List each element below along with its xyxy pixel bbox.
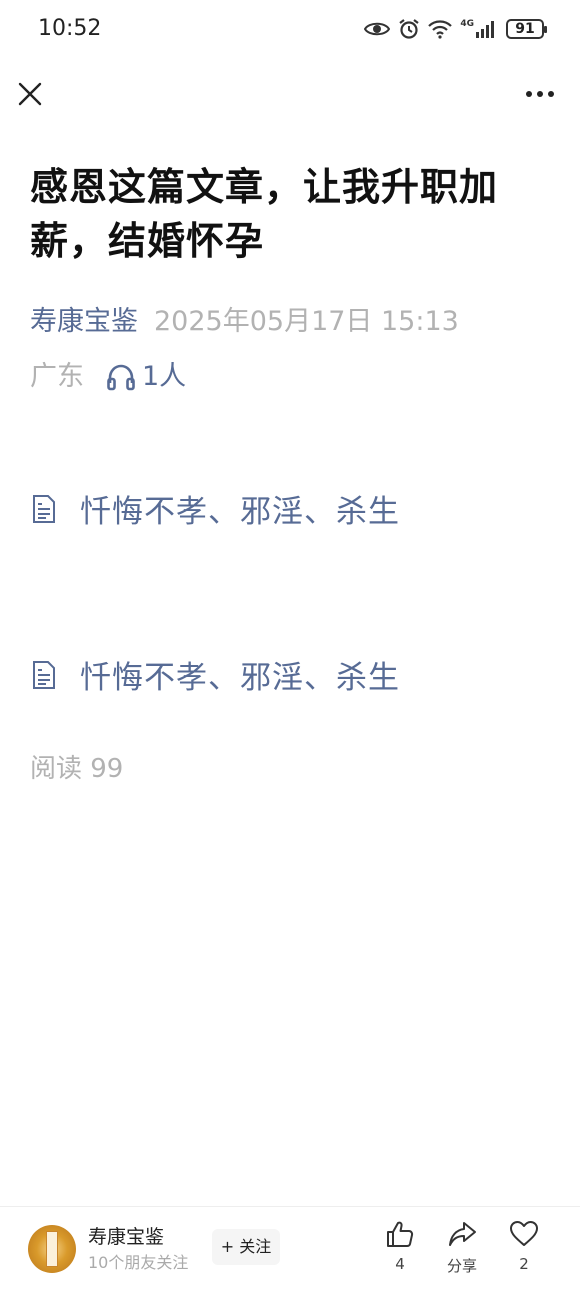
status-time: 10:52 bbox=[38, 16, 102, 41]
status-bar: 10:52 4G 91 bbox=[0, 0, 580, 60]
more-options-button[interactable] bbox=[522, 78, 558, 110]
account-name[interactable]: 寿康宝鉴 bbox=[88, 1222, 164, 1249]
friends-following-count: 10个朋友关注 bbox=[88, 1253, 189, 1272]
follow-button[interactable]: + 关注 bbox=[212, 1229, 280, 1265]
bottom-bar: 寿康宝鉴 10个朋友关注 + 关注 4 分享 2 bbox=[0, 1206, 580, 1291]
account-avatar[interactable] bbox=[28, 1225, 76, 1273]
like-count: 4 bbox=[395, 1255, 405, 1273]
article-meta: 寿康宝鉴 2025年05月17日 15:13 bbox=[30, 302, 459, 342]
share-label: 分享 bbox=[446, 1257, 477, 1275]
favorite-button[interactable]: 2 bbox=[494, 1219, 554, 1273]
battery-indicator: 91 bbox=[506, 19, 547, 39]
article-link[interactable]: 忏悔不孝、邪淫、杀生 bbox=[32, 486, 400, 531]
article-meta-secondary: 广东 1人 bbox=[30, 357, 186, 397]
favorite-count: 2 bbox=[519, 1255, 529, 1273]
share-button[interactable]: 分享 bbox=[432, 1219, 492, 1276]
publish-date: 2025年05月17日 15:13 bbox=[154, 306, 459, 337]
top-bar bbox=[0, 70, 580, 118]
listener-count: 1人 bbox=[142, 361, 187, 392]
signal-indicator: 4G bbox=[460, 20, 498, 38]
location-label: 广东 bbox=[30, 361, 84, 392]
document-icon bbox=[33, 494, 55, 523]
share-icon bbox=[449, 1222, 476, 1246]
document-icon bbox=[33, 660, 55, 689]
article-link-text: 忏悔不孝、邪淫、杀生 bbox=[80, 494, 400, 530]
close-button[interactable] bbox=[14, 78, 46, 110]
read-count: 阅读 99 bbox=[30, 754, 124, 784]
network-type: 4G bbox=[460, 19, 474, 29]
wifi-icon bbox=[428, 20, 453, 39]
heart-icon bbox=[510, 1221, 538, 1246]
avatar-scroll-image bbox=[46, 1231, 58, 1267]
article-link-text: 忏悔不孝、邪淫、杀生 bbox=[80, 660, 400, 696]
listen-button[interactable]: 1人 bbox=[106, 357, 186, 397]
signal-bars-icon bbox=[476, 21, 494, 38]
author-link[interactable]: 寿康宝鉴 bbox=[30, 306, 138, 337]
more-icon bbox=[526, 91, 554, 97]
headphones-icon bbox=[107, 364, 135, 391]
status-icons: 4G 91 bbox=[364, 18, 547, 40]
article-link[interactable]: 忏悔不孝、邪淫、杀生 bbox=[32, 652, 400, 697]
article-title: 感恩这篇文章，让我升职加薪，结婚怀孕 bbox=[30, 165, 499, 263]
eye-icon bbox=[364, 22, 391, 36]
thumbs-up-icon bbox=[387, 1221, 414, 1247]
like-button[interactable]: 4 bbox=[370, 1219, 430, 1273]
close-icon bbox=[18, 82, 42, 106]
alarm-icon bbox=[399, 19, 420, 39]
